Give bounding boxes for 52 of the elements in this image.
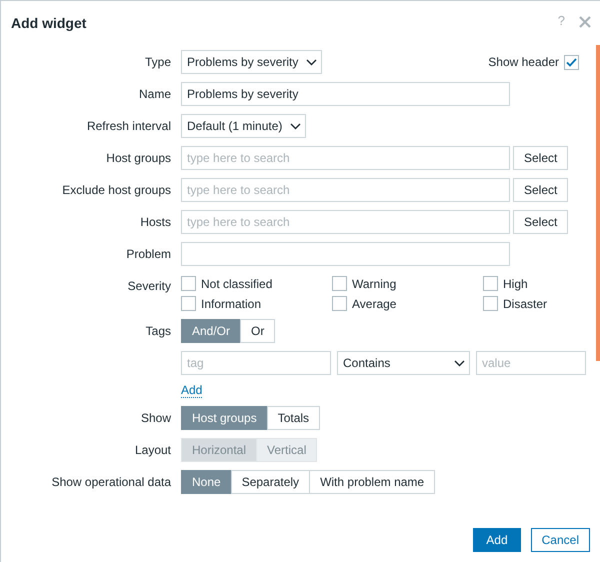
segmented-control[interactable]: Host groups Totals [181,406,320,430]
segmented-control[interactable]: None Separately With problem name [181,470,436,494]
checkbox-label: Show header [488,55,559,69]
field-label: Tags [144,323,171,340]
checkbox[interactable] [483,276,498,291]
checkbox-label: Disaster [503,296,548,310]
field-label: Layout [134,442,171,459]
field-label: Show operational data [50,474,171,491]
segment-option[interactable]: Separately [230,470,310,494]
select-button[interactable]: Select [513,178,568,202]
segment-option[interactable]: Totals [266,406,320,430]
checkbox-label: High [503,276,528,290]
select-dropdown[interactable]: Default (1 minute) [181,114,306,138]
scrollbar[interactable] [596,45,600,361]
field-label: Refresh interval [86,118,171,135]
field-label: Show [140,410,171,427]
checkbox[interactable] [181,276,196,291]
add-link[interactable]: Add [181,383,202,398]
field-label: Host groups [105,150,171,167]
checkbox-label: Average [352,296,396,310]
text-field[interactable]: Problems by severity [181,82,510,106]
checkbox[interactable] [332,276,347,291]
field-label: Exclude host groups [61,182,171,199]
field-label: Type [144,54,171,71]
checkbox[interactable] [564,54,579,70]
field-label: Hosts [139,214,171,231]
select-button[interactable]: Select [513,146,568,170]
segment-option[interactable]: With problem name [309,470,436,494]
segment-option[interactable]: Or [240,319,276,343]
segment-option: Vertical [256,438,318,462]
checkbox[interactable] [332,296,347,311]
caret-icon [306,58,318,66]
checkbox-label: Information [201,296,262,310]
checkbox[interactable] [181,296,196,311]
field-label: Severity [126,278,171,295]
caret-icon [454,360,465,366]
field-label: Name [138,86,171,103]
segmented-control[interactable]: And/Or Or [181,319,276,343]
operator-dropdown[interactable]: Contains [337,351,470,375]
close-icon[interactable] [579,16,591,28]
select-dropdown[interactable]: Problems by severity [181,50,322,74]
checkbox-label: Warning [352,276,396,290]
text-field[interactable] [181,242,510,266]
field-label: Problem [125,246,171,263]
dialog-title: Add widget [11,15,86,31]
cancel-button[interactable]: Cancel [530,528,590,552]
segment-option: Horizontal [181,438,258,462]
checkbox-label: Not classified [201,276,272,290]
caret-icon [290,122,302,130]
select-button[interactable]: Select [513,210,568,234]
checkbox[interactable] [483,296,498,311]
add-button[interactable]: Add [473,528,521,552]
